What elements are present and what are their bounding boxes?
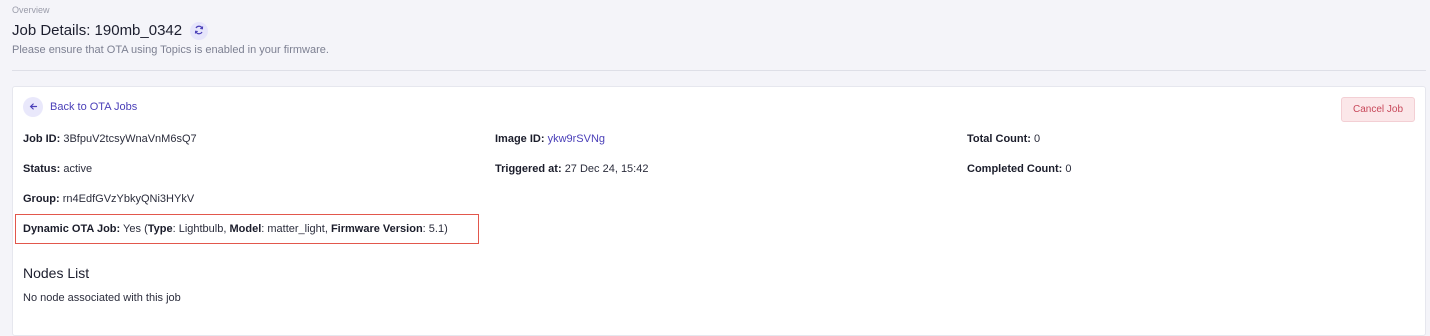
dynamic-ota-value: Yes bbox=[123, 223, 141, 235]
dynamic-ota-model-label: Model bbox=[229, 223, 262, 235]
dynamic-ota-firmware-value: : 5.1) bbox=[422, 223, 448, 235]
breadcrumb[interactable]: Overview bbox=[12, 4, 1426, 16]
dynamic-ota-firmware-label: Firmware Version bbox=[330, 223, 423, 235]
cancel-job-button[interactable]: Cancel Job bbox=[1341, 97, 1415, 122]
status-field: Status: active bbox=[23, 162, 92, 176]
image-id-link[interactable]: ykw9rSVNg bbox=[548, 133, 605, 145]
triggered-at-value: 27 Dec 24, 15:42 bbox=[564, 163, 649, 175]
status-value: active bbox=[63, 163, 93, 175]
title-row: Job Details: 190mb_0342 bbox=[12, 21, 1426, 41]
back-to-ota-jobs-link[interactable]: Back to OTA Jobs bbox=[23, 97, 137, 117]
job-details-card: Back to OTA Jobs Cancel Job Job ID: 3Bfp… bbox=[12, 86, 1426, 336]
dynamic-ota-label: Dynamic OTA Job: bbox=[23, 223, 121, 235]
refresh-icon bbox=[194, 22, 204, 40]
job-id-label: Job ID: bbox=[23, 133, 61, 145]
group-field: Group: rn4EdfGVzYbkyQNi3HYkV bbox=[23, 192, 194, 206]
job-id-field: Job ID: 3BfpuV2tcsyWnaVnM6sQ7 bbox=[23, 132, 197, 146]
job-id-value: 3BfpuV2tcsyWnaVnM6sQ7 bbox=[63, 133, 197, 145]
image-id-label: Image ID: bbox=[495, 133, 545, 145]
triggered-at-field: Triggered at: 27 Dec 24, 15:42 bbox=[495, 162, 648, 176]
page-subtitle: Please ensure that OTA using Topics is e… bbox=[12, 44, 329, 56]
arrow-left-icon bbox=[29, 98, 38, 116]
nodes-list-heading: Nodes List bbox=[23, 265, 90, 281]
page-header: Overview Job Details: 190mb_0342 Please … bbox=[12, 4, 1426, 57]
dynamic-ota-type-label: Type bbox=[147, 223, 173, 235]
back-button-circle[interactable] bbox=[23, 97, 43, 117]
total-count-value: 0 bbox=[1034, 133, 1041, 145]
completed-count-field: Completed Count: 0 bbox=[967, 162, 1072, 176]
page-title: Job Details: 190mb_0342 bbox=[12, 22, 183, 39]
dynamic-ota-model-value: : matter_light, bbox=[261, 223, 331, 235]
dynamic-ota-field: Dynamic OTA Job: Yes (Type: Lightbulb, M… bbox=[23, 222, 448, 236]
nodes-empty-message: No node associated with this job bbox=[23, 292, 181, 304]
total-count-field: Total Count: 0 bbox=[967, 132, 1040, 146]
group-value: rn4EdfGVzYbkyQNi3HYkV bbox=[62, 193, 195, 205]
dynamic-ota-type-value: : Lightbulb, bbox=[172, 223, 230, 235]
back-link-label[interactable]: Back to OTA Jobs bbox=[50, 101, 137, 113]
refresh-button[interactable] bbox=[190, 22, 209, 40]
header-divider bbox=[12, 70, 1426, 71]
completed-count-value: 0 bbox=[1065, 163, 1072, 175]
completed-count-label: Completed Count: bbox=[967, 163, 1063, 175]
group-label: Group: bbox=[23, 193, 60, 205]
total-count-label: Total Count: bbox=[967, 133, 1031, 145]
triggered-at-label: Triggered at: bbox=[495, 163, 562, 175]
status-label: Status: bbox=[23, 163, 61, 175]
image-id-field: Image ID: ykw9rSVNg bbox=[495, 132, 605, 146]
